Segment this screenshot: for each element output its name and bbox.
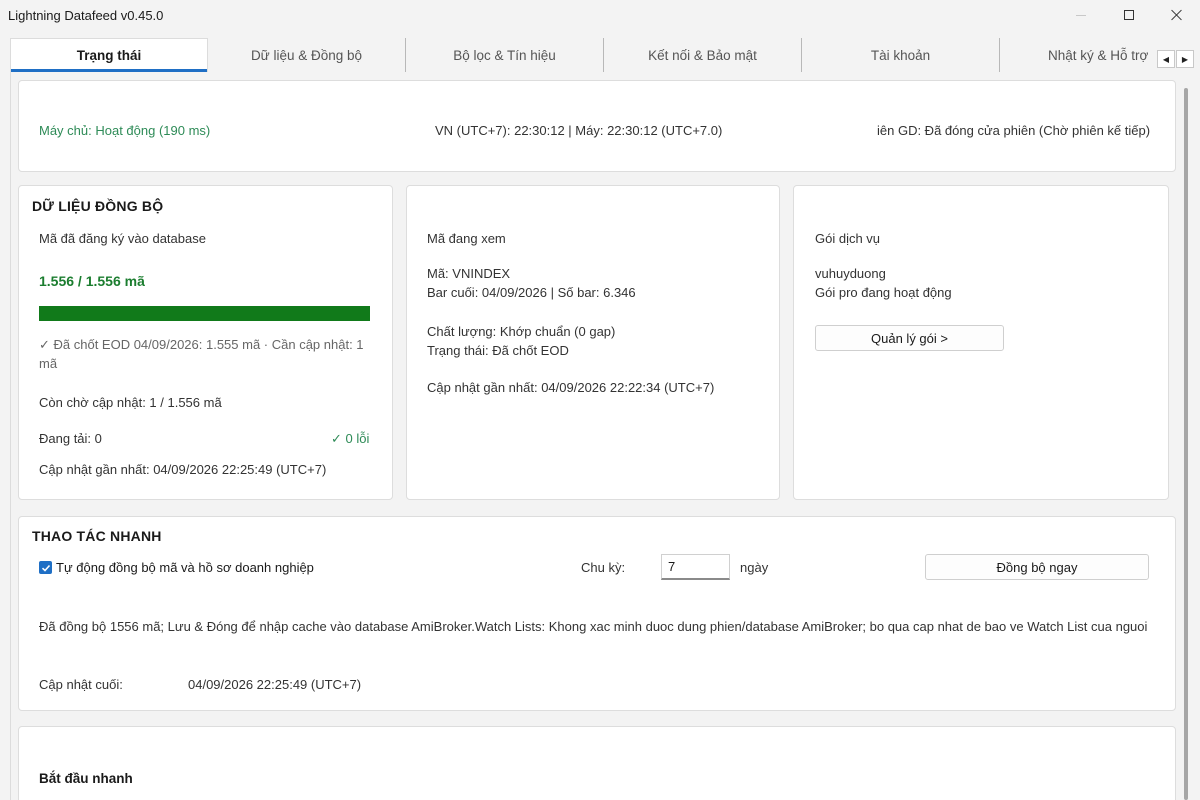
close-icon (1171, 9, 1183, 21)
sync-progress-fill (39, 306, 370, 321)
viewing-state: Trạng thái: Đã chốt EOD (427, 343, 569, 358)
quick-start-heading: Bắt đầu nhanh (39, 771, 133, 786)
viewing-last-update: Cập nhật gần nhất: 04/09/2026 22:22:34 (… (427, 380, 715, 395)
server-status: Máy chủ: Hoạt động (190 ms) (39, 123, 211, 138)
minimize-icon (1076, 14, 1086, 16)
triangle-left-icon: ◀ (1162, 54, 1170, 64)
error-count: ✓ 0 lỗi (331, 431, 370, 446)
sync-progress-bar (39, 306, 370, 321)
session-status: iên GD: Đã đóng cửa phiên (Chờ phiên kế … (877, 123, 1151, 138)
tab-connection-security[interactable]: Kết nối & Bảo mật (604, 38, 802, 72)
tab-scroll-right-button[interactable]: ▶ (1176, 50, 1194, 68)
tab-bar: Trạng thái Dữ liệu & Đồng bộ Bộ lọc & Tí… (10, 38, 1156, 72)
quick-start-card: Bắt đầu nhanh (18, 726, 1176, 800)
sync-message: Đã đồng bộ 1556 mã; Lưu & Đóng để nhập c… (39, 619, 1148, 634)
tab-logs-support[interactable]: Nhật ký & Hỗ trợ (1000, 38, 1156, 72)
viewing-symbol: Mã: VNINDEX (427, 266, 511, 281)
quick-actions-card: THAO TÁC NHANH Tự động đồng bộ mã và hồ … (18, 516, 1176, 711)
sync-data-card: DỮ LIỆU ĐỒNG BỘ Mã đã đăng ký vào databa… (18, 185, 393, 500)
cycle-label: Chu kỳ: (581, 560, 626, 575)
tab-scroll-left-button[interactable]: ◀ (1157, 50, 1175, 68)
sync-heading: DỮ LIỆU ĐỒNG BỘ (32, 198, 164, 214)
maximize-icon (1124, 10, 1134, 20)
loading-count: Đang tải: 0 (39, 431, 102, 446)
viewing-quality: Chất lượng: Khớp chuẩn (0 gap) (427, 324, 616, 339)
sync-subtitle: Mã đã đăng ký vào database (39, 231, 206, 246)
viewing-symbol-card: Mã đang xem Mã: VNINDEX Bar cuối: 04/09/… (406, 185, 780, 500)
last-update-value: 04/09/2026 22:25:49 (UTC+7) (188, 677, 362, 692)
sync-now-button[interactable]: Đồng bộ ngay (925, 554, 1149, 580)
checkmark-icon (41, 564, 50, 572)
sync-count: 1.556 / 1.556 mã (39, 273, 145, 289)
status-card: Máy chủ: Hoạt động (190 ms) VN (UTC+7): … (18, 80, 1176, 172)
plan-status: Gói pro đang hoạt động (815, 285, 952, 300)
plan-username: vuhuyduong (815, 266, 886, 281)
cycle-input[interactable] (661, 554, 730, 580)
sync-last-update: Cập nhật gần nhất: 04/09/2026 22:25:49 (… (39, 462, 327, 477)
title-bar: Lightning Datafeed v0.45.0 (0, 0, 1200, 30)
auto-sync-label[interactable]: Tự động đồng bộ mã và hồ sơ doanh nghiệp (56, 560, 314, 575)
triangle-right-icon: ▶ (1181, 54, 1189, 64)
minimize-button[interactable] (1058, 0, 1104, 30)
viewing-title: Mã đang xem (427, 231, 506, 246)
maximize-button[interactable] (1106, 0, 1152, 30)
tab-status[interactable]: Trạng thái (10, 38, 208, 72)
eod-note: ✓ Đã chốt EOD 04/09/2026: 1.555 mã · Cần… (39, 337, 364, 371)
manage-plan-button[interactable]: Quản lý gói > (815, 325, 1004, 351)
tab-filters-signals[interactable]: Bộ lọc & Tín hiệu (406, 38, 604, 72)
clock-status: VN (UTC+7): 22:30:12 | Máy: 22:30:12 (UT… (435, 123, 723, 138)
pending-count: Còn chờ cập nhật: 1 / 1.556 mã (39, 395, 222, 410)
tab-data-sync[interactable]: Dữ liệu & Đồng bộ (208, 38, 406, 72)
close-button[interactable] (1154, 0, 1200, 30)
quick-actions-heading: THAO TÁC NHANH (32, 528, 162, 544)
plan-title: Gói dịch vụ (815, 231, 881, 246)
service-plan-card: Gói dịch vụ vuhuyduong Gói pro đang hoạt… (793, 185, 1169, 500)
cycle-unit: ngày (740, 560, 769, 575)
auto-sync-checkbox[interactable] (39, 561, 52, 574)
vertical-scrollbar[interactable] (1184, 88, 1188, 800)
tab-account[interactable]: Tài khoản (802, 38, 1000, 72)
viewing-last-bar: Bar cuối: 04/09/2026 | Số bar: 6.346 (427, 285, 636, 300)
window-title: Lightning Datafeed v0.45.0 (8, 8, 164, 23)
last-update-label: Cập nhật cuối: (39, 677, 123, 692)
